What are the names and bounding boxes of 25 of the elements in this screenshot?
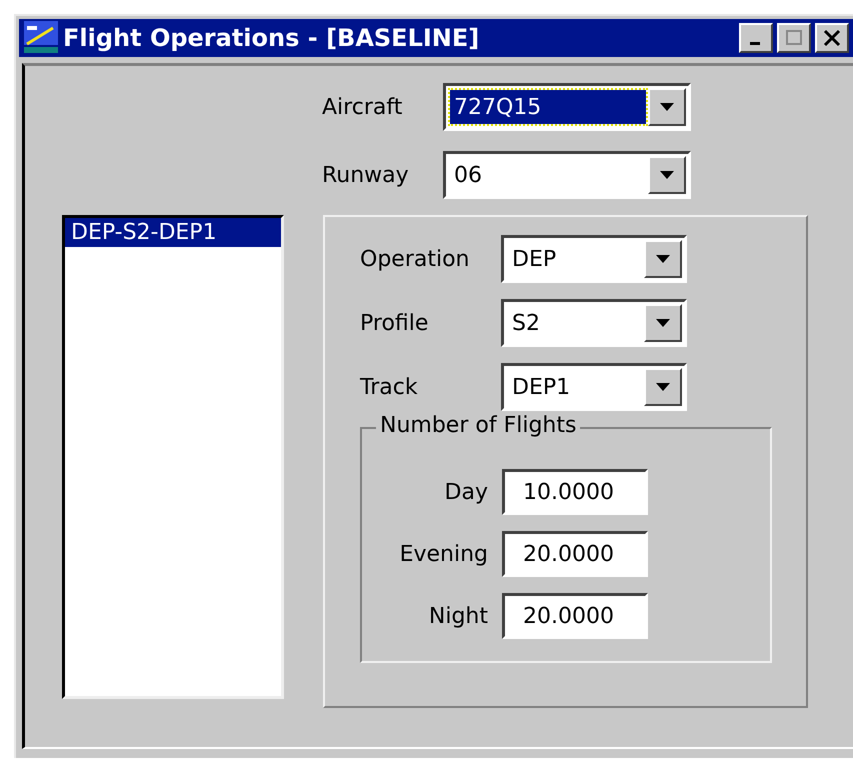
dropdown[interactable]: DEP1: [501, 363, 687, 411]
close-button[interactable]: [815, 23, 849, 53]
window-title: Flight Operations - [BASELINE]: [63, 24, 480, 52]
close-icon[interactable]: [822, 28, 842, 48]
app-icon: [23, 20, 59, 56]
operations-list[interactable]: DEP-S2-DEP1: [62, 215, 284, 699]
dropdown[interactable]: 727Q15: [443, 83, 691, 131]
dropdown[interactable]: S2: [501, 299, 687, 347]
input-field[interactable]: 20.0000: [502, 593, 648, 639]
field-label: Night: [428, 604, 488, 628]
field-label: Profile: [360, 310, 430, 336]
field-label: Operation: [360, 246, 470, 272]
field-label: Runway: [322, 162, 410, 188]
field-label: Track: [360, 374, 419, 400]
field-label: Aircraft: [322, 94, 404, 120]
dropdown[interactable]: 06: [443, 151, 691, 199]
dropdown[interactable]: DEP: [501, 235, 687, 283]
field-label: Day: [444, 480, 488, 504]
field-label: Evening: [398, 542, 488, 566]
maximize-button[interactable]: [777, 23, 811, 53]
list-item[interactable]: DEP-S2-DEP1: [65, 218, 281, 247]
input-field[interactable]: 20.0000: [502, 531, 648, 577]
minimize-button[interactable]: [739, 23, 773, 53]
group-title: Number of Flights: [376, 413, 580, 438]
input-field[interactable]: 10.0000: [502, 469, 648, 515]
